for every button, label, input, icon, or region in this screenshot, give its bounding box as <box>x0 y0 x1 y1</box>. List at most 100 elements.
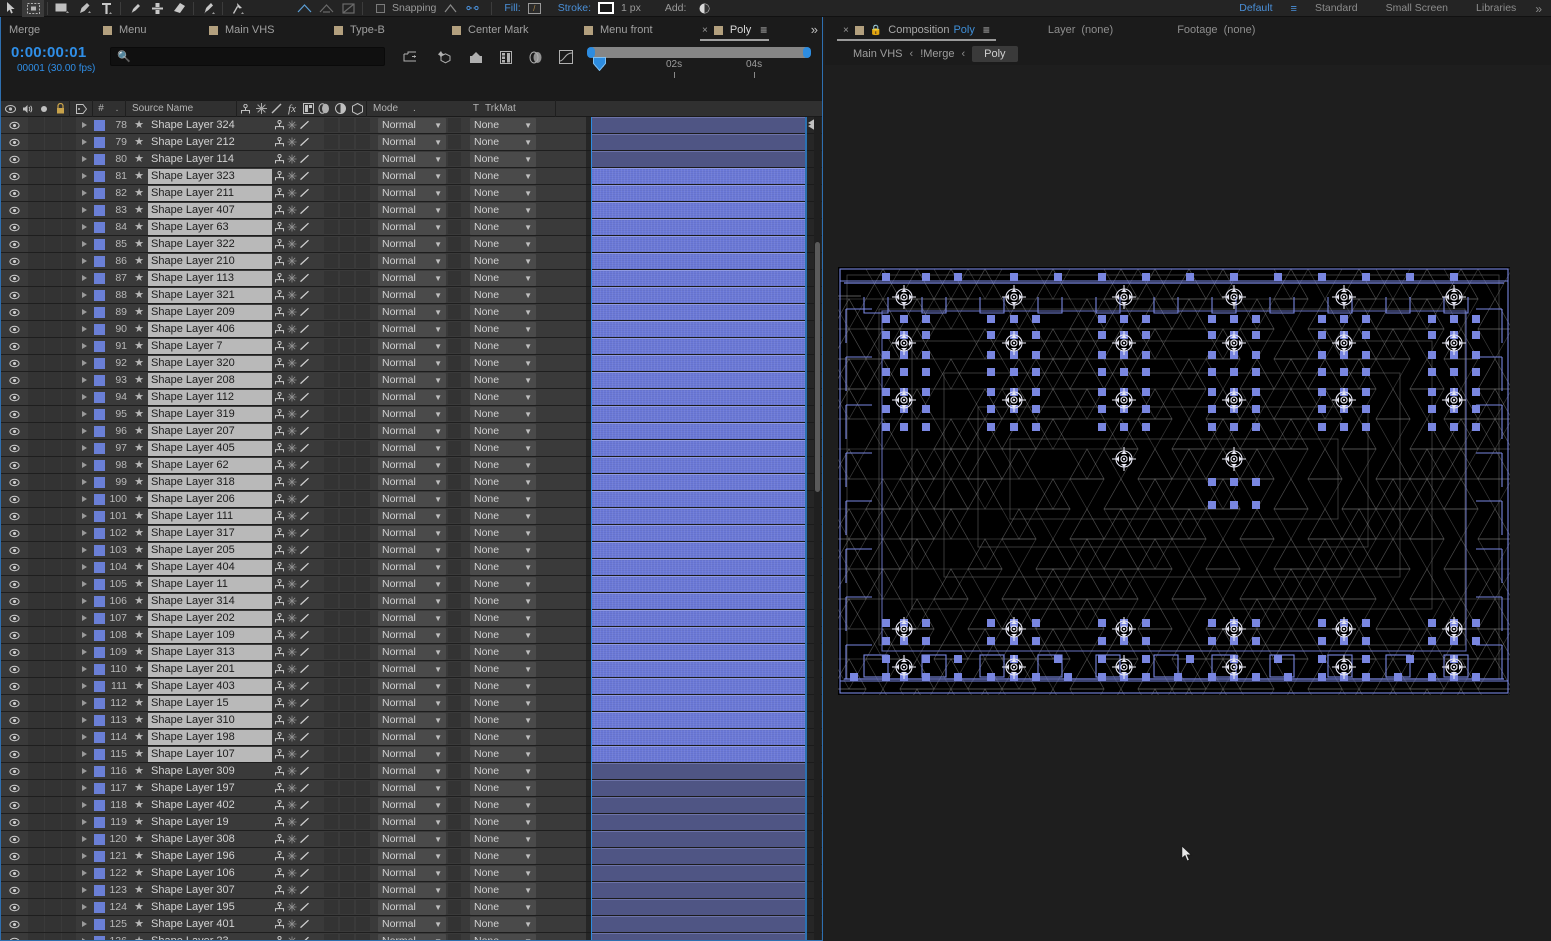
layer-blend-mode[interactable]: Normal▼ <box>374 899 448 915</box>
layer-switches[interactable] <box>272 270 320 286</box>
layer-blend-mode[interactable]: Normal▼ <box>374 848 448 864</box>
layer-duration-bar-row[interactable] <box>586 576 822 593</box>
motion-blur-icon[interactable] <box>525 47 547 67</box>
brush-tool-icon[interactable] <box>124 0 146 17</box>
layer-label-color[interactable] <box>92 134 106 150</box>
layer-audio-toggle[interactable] <box>28 780 44 796</box>
composition-stage[interactable] <box>838 267 1510 695</box>
layer-expand-triangle-icon[interactable] <box>76 865 92 881</box>
composition-mini-flowchart-icon[interactable] <box>399 47 421 67</box>
layer-switches[interactable] <box>272 695 320 711</box>
layer-duration-bar-row[interactable] <box>586 253 822 270</box>
timeline-vertical-scrollbar[interactable] <box>814 117 821 940</box>
layer-duration-bar[interactable] <box>591 321 805 337</box>
layer-blend-mode[interactable]: Normal▼ <box>374 678 448 694</box>
layer-switches[interactable] <box>272 219 320 235</box>
layer-switches[interactable] <box>272 134 320 150</box>
layer-expand-triangle-icon[interactable] <box>76 406 92 422</box>
layer-blend-mode[interactable]: Normal▼ <box>374 865 448 881</box>
layer-duration-bar[interactable] <box>591 559 805 575</box>
layer-blend-mode[interactable]: Normal▼ <box>374 644 448 660</box>
layer-solo-toggle[interactable] <box>45 593 61 609</box>
layer-label-color[interactable] <box>92 457 106 473</box>
layer-expand-triangle-icon[interactable] <box>76 780 92 796</box>
workspace-libraries[interactable]: Libraries <box>1462 0 1530 17</box>
layer-track-matte[interactable]: None▼ <box>468 933 540 940</box>
layer-lock-toggle[interactable] <box>62 746 76 762</box>
layer-duration-bar-row[interactable] <box>586 423 822 440</box>
layer-duration-bar-row[interactable] <box>586 134 822 151</box>
stroke-label[interactable]: Stroke: <box>555 2 594 14</box>
layer-audio-toggle[interactable] <box>28 848 44 864</box>
layer-label-color[interactable] <box>92 831 106 847</box>
layer-expand-triangle-icon[interactable] <box>76 610 92 626</box>
layer-duration-bar-row[interactable] <box>586 780 822 797</box>
layer-duration-bar[interactable] <box>591 763 805 779</box>
layer-switches[interactable] <box>272 780 320 796</box>
layer-audio-toggle[interactable] <box>28 916 44 932</box>
layer-duration-bar-row[interactable] <box>586 338 822 355</box>
layer-lock-toggle[interactable] <box>62 542 76 558</box>
layer-expand-triangle-icon[interactable] <box>76 202 92 218</box>
layer-label-color[interactable] <box>92 848 106 864</box>
layer-switches[interactable] <box>272 440 320 456</box>
tab-composition[interactable]: × 🔒 Composition Poly ≡ <box>833 17 1000 43</box>
panel-menu-icon[interactable]: ≡ <box>983 23 990 37</box>
layer-duration-bar-row[interactable] <box>586 440 822 457</box>
layer-track-matte[interactable]: None▼ <box>468 236 540 252</box>
layer-blend-mode[interactable]: Normal▼ <box>374 304 448 320</box>
layer-blend-mode[interactable]: Normal▼ <box>374 440 448 456</box>
layer-lock-toggle[interactable] <box>62 304 76 320</box>
layer-label-color[interactable] <box>92 508 106 524</box>
panel-menu-icon[interactable]: ≡ <box>760 23 767 37</box>
layer-blend-mode[interactable]: Normal▼ <box>374 423 448 439</box>
layer-track-matte[interactable]: None▼ <box>468 882 540 898</box>
layer-lock-toggle[interactable] <box>62 593 76 609</box>
layer-label-color[interactable] <box>92 440 106 456</box>
layer-blend-mode[interactable]: Normal▼ <box>374 695 448 711</box>
layer-blend-mode[interactable]: Normal▼ <box>374 814 448 830</box>
pen-tool-icon[interactable] <box>73 0 95 17</box>
layer-duration-bar-row[interactable] <box>586 491 822 508</box>
layer-expand-triangle-icon[interactable] <box>76 321 92 337</box>
layer-blend-mode[interactable]: Normal▼ <box>374 321 448 337</box>
layer-duration-bar[interactable] <box>591 440 805 456</box>
layer-audio-toggle[interactable] <box>28 389 44 405</box>
layer-audio-toggle[interactable] <box>28 933 44 940</box>
layer-switches[interactable] <box>272 151 320 167</box>
layer-label-color[interactable] <box>92 593 106 609</box>
layer-track-matte[interactable]: None▼ <box>468 916 540 932</box>
layer-visibility-icon[interactable] <box>1 253 27 269</box>
layer-name[interactable]: Shape Layer 11 <box>148 576 272 592</box>
layer-expand-triangle-icon[interactable] <box>76 287 92 303</box>
layer-blend-mode[interactable]: Normal▼ <box>374 338 448 354</box>
layer-track-matte[interactable]: None▼ <box>468 746 540 762</box>
layer-expand-triangle-icon[interactable] <box>76 627 92 643</box>
fill-swatch[interactable]: / <box>527 2 541 14</box>
layer-name[interactable]: Shape Layer 314 <box>148 593 272 609</box>
layer-audio-toggle[interactable] <box>28 644 44 660</box>
layer-blend-mode[interactable]: Normal▼ <box>374 287 448 303</box>
close-icon[interactable]: × <box>843 25 849 36</box>
layer-track-matte[interactable]: None▼ <box>468 253 540 269</box>
layer-solo-toggle[interactable] <box>45 355 61 371</box>
layer-label-color[interactable] <box>92 423 106 439</box>
layer-blend-mode[interactable]: Normal▼ <box>374 763 448 779</box>
layer-name[interactable]: Shape Layer 195 <box>148 900 272 915</box>
layer-lock-toggle[interactable] <box>62 814 76 830</box>
layer-switches[interactable] <box>272 168 320 184</box>
layer-track-matte[interactable]: None▼ <box>468 491 540 507</box>
layer-track-matte[interactable]: None▼ <box>468 202 540 218</box>
layer-solo-toggle[interactable] <box>45 287 61 303</box>
layer-switches[interactable] <box>272 321 320 337</box>
layer-track-matte[interactable]: None▼ <box>468 763 540 779</box>
layer-track-matte[interactable]: None▼ <box>468 797 540 813</box>
layer-label-color[interactable] <box>92 542 106 558</box>
layer-label-color[interactable] <box>92 729 106 745</box>
layer-track-matte[interactable]: None▼ <box>468 525 540 541</box>
layer-name[interactable]: Shape Layer 322 <box>148 236 272 252</box>
mask-add-icon[interactable] <box>293 0 315 17</box>
layer-label-color[interactable] <box>92 916 106 932</box>
layer-track-matte[interactable]: None▼ <box>468 678 540 694</box>
layer-blend-mode[interactable]: Normal▼ <box>374 457 448 473</box>
